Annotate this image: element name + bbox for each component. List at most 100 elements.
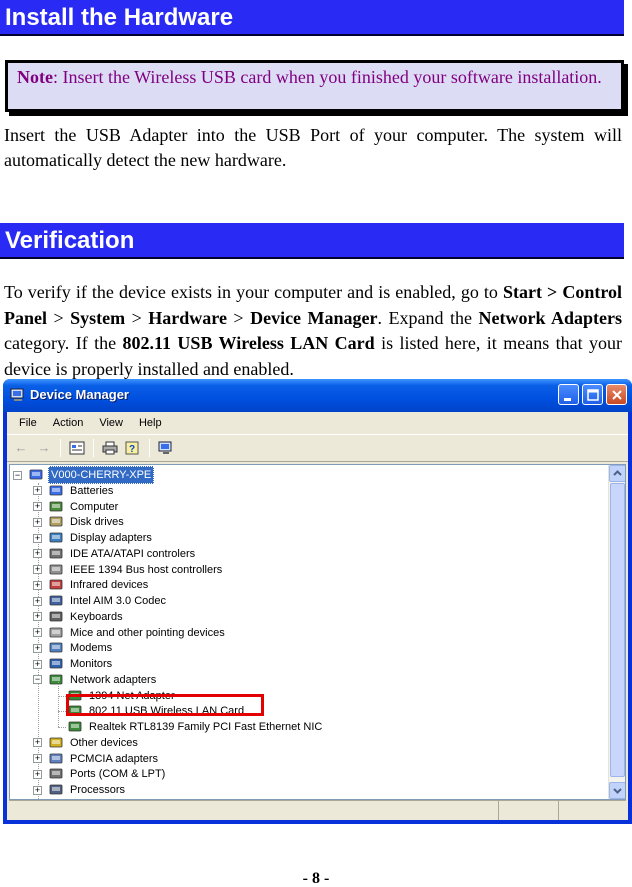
install-paragraph: Insert the USB Adapter into the USB Port… <box>4 123 622 173</box>
tree-item-label: Mice and other pointing devices <box>70 626 225 639</box>
title-bar[interactable]: Device Manager <box>3 379 632 412</box>
expand-icon[interactable]: + <box>33 580 42 590</box>
scroll-up-button[interactable] <box>609 465 625 482</box>
tree-connector <box>58 711 66 713</box>
back-arrow-icon[interactable]: ← <box>11 438 31 458</box>
tree-category[interactable]: + Monitors <box>33 656 114 672</box>
status-pane <box>559 801 626 820</box>
device-tree-panel: − V000-CHERRY-XPE + Batteries + Computer + Disk… <box>9 464 626 800</box>
scroll-thumb[interactable] <box>610 483 625 777</box>
expand-icon[interactable]: + <box>33 517 42 527</box>
tree-category[interactable]: + Ports (COM & LPT) <box>33 766 167 782</box>
section-heading-install: Install the Hardware <box>0 0 624 36</box>
computer-icon <box>29 469 43 480</box>
window-title: Device Manager <box>30 387 129 402</box>
tree-item-label: Monitors <box>70 658 113 670</box>
tree-category[interactable]: + Disk drives <box>33 514 126 530</box>
network-card-icon <box>68 721 82 732</box>
expand-icon[interactable]: + <box>33 486 42 496</box>
expand-icon[interactable]: + <box>33 502 42 511</box>
page-number: - 8 - <box>302 870 330 887</box>
tree-item-label: IDE ATA/ATAPI controlers <box>70 547 196 560</box>
scroll-down-button[interactable] <box>609 782 625 799</box>
minimize-icon <box>564 398 571 401</box>
tree-item-label: Ports (COM & LPT) <box>70 768 166 781</box>
expand-icon[interactable]: + <box>33 754 42 763</box>
tree-item-label: V000-CHERRY-XPE <box>48 466 155 484</box>
device-category-icon <box>49 516 63 527</box>
chevron-up-icon <box>613 470 622 476</box>
menu-help[interactable]: Help <box>131 417 170 429</box>
expand-icon[interactable]: + <box>33 549 42 559</box>
menu-action[interactable]: Action <box>45 417 92 429</box>
minimize-button[interactable] <box>558 384 579 405</box>
tree-category[interactable]: + PCMCIA adapters <box>33 751 160 767</box>
close-icon <box>612 390 622 400</box>
section-heading-verification: Verification <box>0 223 624 259</box>
tree-item-label: Keyboards <box>70 610 123 623</box>
device-category-icon <box>49 595 63 606</box>
tree-root-computer[interactable]: − V000-CHERRY-XPE <box>13 466 155 484</box>
help-icon[interactable]: ? <box>123 438 143 458</box>
tree-connector <box>58 695 66 697</box>
expand-icon[interactable]: + <box>33 659 42 669</box>
expand-icon[interactable]: + <box>33 533 42 543</box>
collapse-icon[interactable]: − <box>13 470 22 480</box>
tree-category[interactable]: + Computer <box>33 499 120 515</box>
collapse-icon[interactable]: − <box>33 675 42 685</box>
status-bar <box>9 800 626 820</box>
note-label: Note <box>17 67 53 87</box>
svg-text:?: ? <box>129 444 135 455</box>
tree-category[interactable]: + Modems <box>33 640 114 656</box>
expand-icon[interactable]: + <box>33 612 42 622</box>
menu-view[interactable]: View <box>91 417 131 429</box>
vertical-scrollbar[interactable] <box>608 465 625 799</box>
note-box: Note: Insert the Wireless USB card when … <box>5 60 624 112</box>
expand-icon[interactable]: + <box>33 596 42 606</box>
expand-icon[interactable]: + <box>33 738 42 748</box>
toolbar: ← → ? <box>7 434 628 462</box>
path-system: System <box>70 307 126 328</box>
device-tree: − V000-CHERRY-XPE + Batteries + Computer + Disk… <box>10 465 608 799</box>
tree-category[interactable]: + Display adapters <box>33 530 154 546</box>
tree-category[interactable]: − Network adapters <box>33 672 158 688</box>
expand-icon[interactable]: + <box>33 769 42 779</box>
status-pane <box>9 801 499 820</box>
print-icon[interactable] <box>100 438 120 458</box>
close-button[interactable] <box>606 384 627 405</box>
menu-file[interactable]: File <box>11 417 45 429</box>
text: . Expand the <box>377 307 479 328</box>
device-category-icon <box>49 784 63 795</box>
device-category-icon <box>49 768 63 779</box>
tree-item-label: Disk drives <box>70 516 124 529</box>
expand-icon[interactable]: + <box>33 628 42 637</box>
maximize-button[interactable] <box>582 384 603 405</box>
tree-category[interactable]: + Other devices <box>33 735 140 751</box>
tree-item-label: Batteries <box>70 484 114 497</box>
expand-icon[interactable]: + <box>33 643 42 653</box>
chevron-down-icon <box>613 788 622 794</box>
tree-category[interactable]: + Processors <box>33 782 127 798</box>
tree-item-label: PCMCIA adapters <box>70 752 159 765</box>
tree-category[interactable]: + Batteries <box>33 483 115 499</box>
tree-category[interactable]: + Mice and other pointing devices <box>33 625 227 641</box>
tree-category[interactable]: + Infrared devices <box>33 577 150 593</box>
expand-icon[interactable]: + <box>33 785 42 795</box>
tree-device-network-adapter[interactable]: Realtek RTL8139 Family PCI Fast Ethernet… <box>67 719 324 735</box>
properties-icon[interactable] <box>67 438 87 458</box>
tree-category[interactable]: + Keyboards <box>33 609 125 625</box>
device-category-icon <box>49 674 63 685</box>
device-category-icon <box>49 548 63 559</box>
tree-category[interactable]: + IEEE 1394 Bus host controllers <box>33 562 224 578</box>
forward-arrow-icon[interactable]: → <box>34 438 54 458</box>
sep: > <box>226 307 251 328</box>
wireless-card-highlight-box <box>66 694 264 716</box>
expand-icon[interactable]: + <box>33 565 42 574</box>
tree-category[interactable]: + IDE ATA/ATAPI controlers <box>33 546 197 562</box>
sep: > <box>125 307 149 328</box>
text: To verify if the device exists in your c… <box>4 282 503 302</box>
tree-category[interactable]: + Intel AIM 3.0 Codec <box>33 593 168 609</box>
text: category. If the <box>4 333 123 353</box>
device-manager-window: Device Manager File Action View Help ← →… <box>3 379 632 824</box>
scan-hardware-icon[interactable] <box>156 438 176 458</box>
